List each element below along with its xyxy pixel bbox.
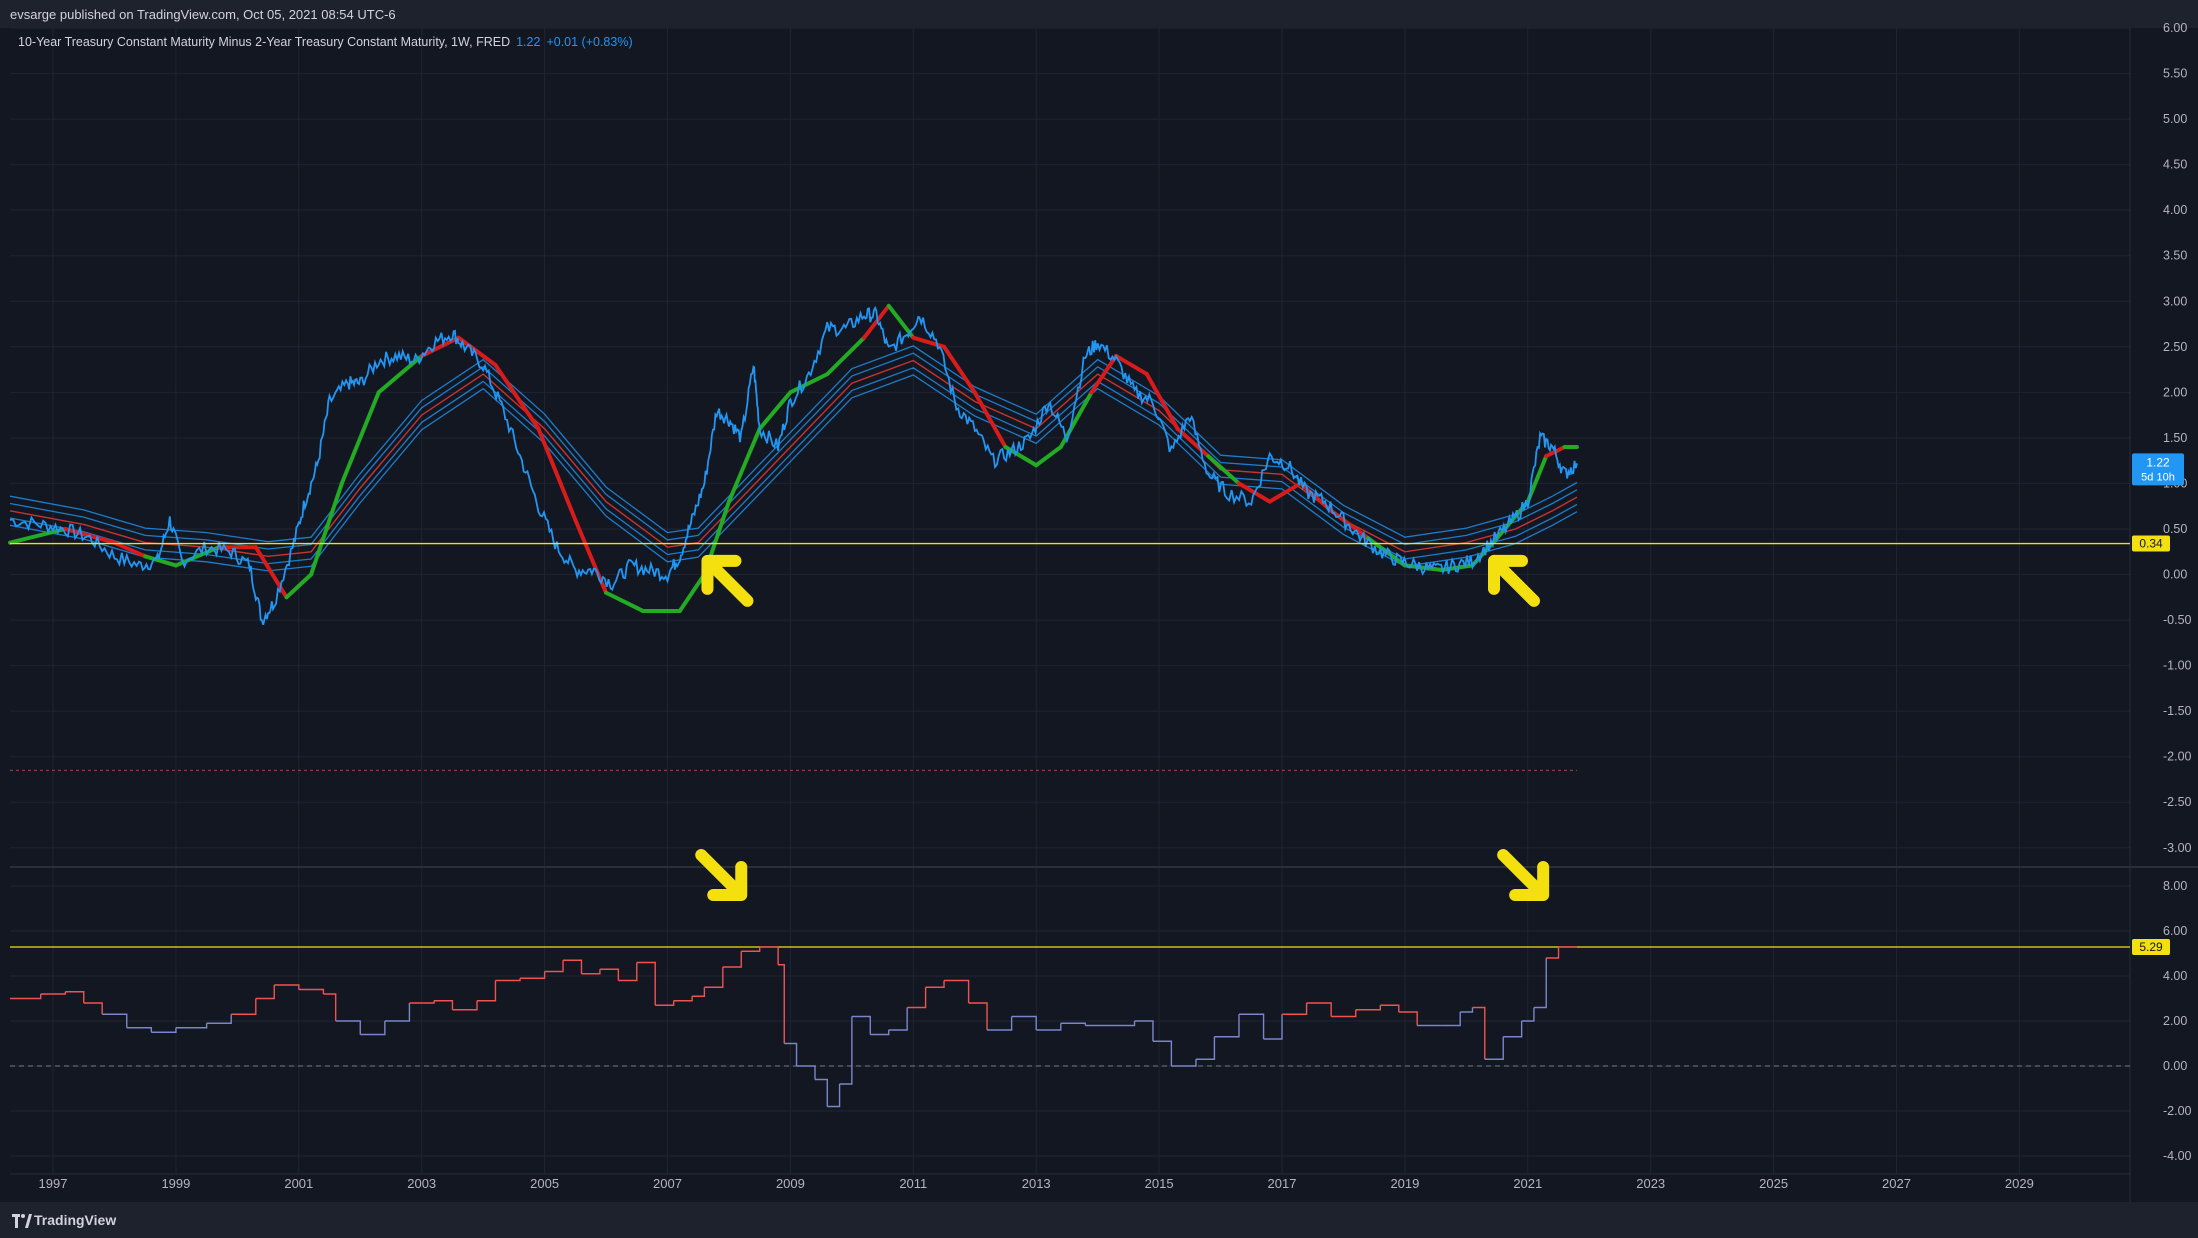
tradingview-logo-icon[interactable] — [12, 1214, 32, 1228]
time-axis-label[interactable]: 2011 — [899, 1176, 927, 1191]
time-axis-label[interactable]: 2017 — [1268, 1176, 1297, 1191]
oscillator-axis-label[interactable]: 2.00 — [2163, 1014, 2187, 1028]
price-axis-label[interactable]: 1.50 — [2163, 431, 2187, 445]
price-axis-label[interactable]: -1.50 — [2163, 704, 2192, 718]
time-axis-label[interactable]: 2019 — [1390, 1176, 1419, 1191]
chart-canvas[interactable]: 6.00 5.50 5.00 4.50 4.00 3.50 3.00 2.50 2.00 1.50… — [0, 0, 2198, 1202]
oscillator-axis-label[interactable]: 6.00 — [2163, 924, 2187, 938]
price-axis-label[interactable]: -1.00 — [2163, 659, 2192, 673]
price-axis-label[interactable]: 4.00 — [2163, 203, 2187, 217]
price-axis-label[interactable]: 2.00 — [2163, 385, 2187, 399]
price-axis-label[interactable]: -2.50 — [2163, 795, 2192, 809]
oscillator-axis-label[interactable]: 8.00 — [2163, 879, 2187, 893]
time-axis-label[interactable]: 2003 — [407, 1176, 436, 1191]
time-axis-label[interactable]: 2029 — [2005, 1176, 2034, 1191]
price-axis-label[interactable]: 0.00 — [2163, 568, 2187, 582]
last-price-label: 1.22 — [2146, 455, 2170, 469]
time-axis-label[interactable]: 2027 — [1882, 1176, 1911, 1191]
bar-countdown-label: 5d 10h — [2141, 471, 2175, 483]
time-axis-label[interactable]: 2007 — [653, 1176, 682, 1191]
time-axis-label[interactable]: 2001 — [284, 1176, 313, 1191]
level-price-label: 0.34 — [2139, 537, 2163, 551]
oscillator-axis-label[interactable]: -4.00 — [2163, 1149, 2192, 1163]
time-axis-label[interactable]: 2023 — [1636, 1176, 1665, 1191]
price-axis-label[interactable]: 5.00 — [2163, 112, 2187, 126]
main-pane[interactable] — [10, 28, 2130, 866]
price-axis-label[interactable]: -2.00 — [2163, 750, 2192, 764]
time-axis-label[interactable]: 2013 — [1022, 1176, 1051, 1191]
price-axis-label[interactable]: -3.00 — [2163, 841, 2192, 855]
legend-price: 1.22 — [516, 35, 541, 49]
oscillator-axis-label[interactable]: -2.00 — [2163, 1104, 2192, 1118]
time-axis-label[interactable]: 2025 — [1759, 1176, 1788, 1191]
price-axis-label[interactable]: 3.50 — [2163, 249, 2187, 263]
price-axis-label[interactable]: 6.00 — [2163, 21, 2187, 35]
price-axis-label[interactable]: 0.50 — [2163, 522, 2187, 536]
price-axis-label[interactable]: 4.50 — [2163, 158, 2187, 172]
footer-brand[interactable]: TradingView — [34, 1212, 116, 1228]
footer-bar: TradingView — [0, 1202, 2198, 1238]
chart-legend[interactable]: 10-Year Treasury Constant Maturity Minus… — [18, 35, 633, 49]
price-axis-label[interactable]: 2.50 — [2163, 340, 2187, 354]
oscillator-axis-label[interactable]: 4.00 — [2163, 969, 2187, 983]
price-axis-label[interactable]: 5.50 — [2163, 67, 2187, 81]
time-axis-label[interactable]: 2015 — [1145, 1176, 1174, 1191]
time-axis-label[interactable]: 2005 — [530, 1176, 559, 1191]
time-axis-label[interactable]: 2009 — [776, 1176, 805, 1191]
oscillator-level-label: 5.29 — [2139, 940, 2163, 954]
legend-change: +0.01 (+0.83%) — [546, 35, 633, 49]
symbol-description: 10-Year Treasury Constant Maturity Minus… — [18, 35, 511, 49]
oscillator-axis-label[interactable]: 0.00 — [2163, 1059, 2187, 1073]
time-axis-label[interactable]: 2021 — [1513, 1176, 1542, 1191]
time-axis-label[interactable]: 1999 — [161, 1176, 190, 1191]
price-axis-label[interactable]: 3.00 — [2163, 294, 2187, 308]
price-axis-label[interactable]: -0.50 — [2163, 613, 2192, 627]
time-axis-label[interactable]: 1997 — [39, 1176, 68, 1191]
